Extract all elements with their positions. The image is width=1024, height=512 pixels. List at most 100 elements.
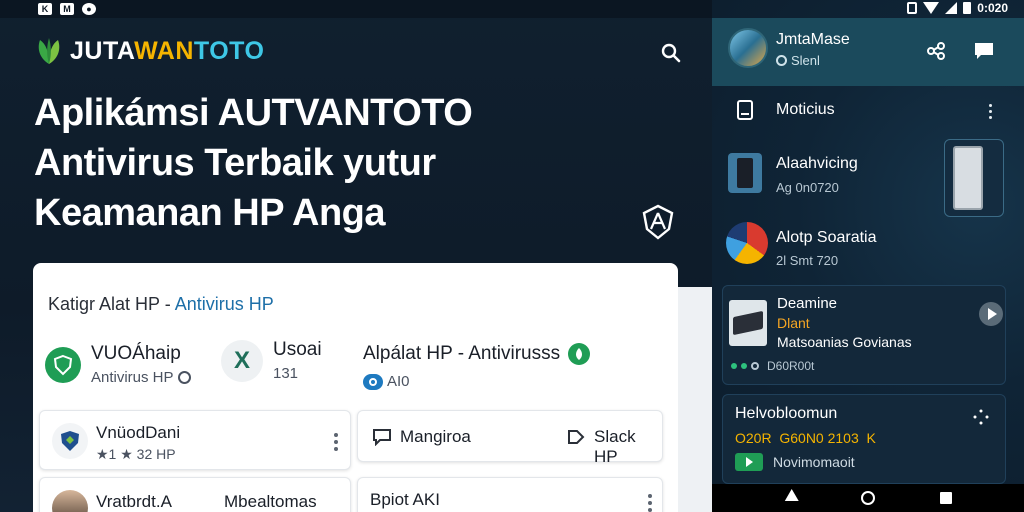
back-icon[interactable] (781, 488, 800, 508)
app-list-item[interactable]: VnüodDani ★1 ★ 32 HP (39, 410, 351, 470)
media-footer: D60R00t (731, 359, 814, 373)
tag-icon (568, 430, 585, 444)
device-illustration (944, 139, 1004, 217)
item-label: Mangiroa (400, 427, 471, 446)
battery-icon (963, 2, 972, 14)
site-logo[interactable]: JUTAWANTOTO (34, 36, 264, 66)
app-title-secondary: Mbealtomas (224, 492, 317, 511)
media-title: Deamine (777, 295, 838, 312)
app-title: Vratbrdt.A (96, 492, 172, 511)
sparkle-icon[interactable] (973, 409, 989, 425)
info-icon (177, 371, 191, 384)
app-title: Bpiot AKI (370, 490, 440, 509)
clock-icon (776, 55, 787, 66)
app-list-item[interactable]: Vratbrdt.A Mbealtomas (39, 477, 351, 512)
card-heading: Katigr Alat HP - Antivirus HP (48, 294, 274, 315)
note-icon (737, 100, 753, 120)
more-options-icon[interactable] (989, 104, 993, 119)
profile-header[interactable]: JmtaMase Slenl (712, 18, 1024, 86)
dot-icon (741, 363, 747, 369)
app-title: Usoai (273, 339, 322, 360)
media-footer-text: D60R00t (767, 359, 815, 373)
app-title: Alpálat HP - Antivirusss (363, 343, 561, 364)
menu-item-label[interactable]: Moticius (776, 101, 835, 119)
app-title: VnüodDani (96, 423, 181, 442)
app-list-item[interactable]: Bpiot AKI (357, 477, 663, 512)
info-footer: Novimomaoit (735, 453, 855, 471)
web-page: K M ● JUTAWANTOTO Aplikámsi AUTVANTOTO A… (0, 0, 712, 512)
hero-title: Aplikámsi AUTVANTOTO Antivirus Terbaik y… (34, 92, 473, 234)
media-thumbnail (729, 300, 767, 346)
info-meta: O20R G60N0 2103 K (735, 430, 876, 446)
user-status-text: Slenl (791, 53, 820, 68)
leaf-icon (38, 38, 60, 64)
k-icon: K (38, 3, 52, 15)
page-edge-strip (678, 287, 712, 512)
play-button[interactable] (979, 302, 1003, 326)
logo-text-part1: JUTA (70, 36, 135, 65)
app-subtitle-text: Antivirus HP (91, 369, 174, 386)
mail-icon: M (60, 3, 74, 15)
dot-icon (731, 363, 737, 369)
envelope-icon (735, 453, 763, 471)
media-card[interactable]: Deamine Dlant Matsoanias Govianas D60R00… (722, 285, 1006, 385)
chat-icon (373, 429, 391, 446)
media-subtitle: Matsoanias Govianas (777, 334, 912, 350)
shield-app-icon (52, 423, 88, 459)
user-status: Slenl (776, 53, 820, 68)
app-subtitle-text: AI0 (387, 373, 410, 390)
home-icon[interactable] (860, 491, 875, 505)
wifi-icon (923, 2, 940, 14)
shield-app-icon (45, 346, 81, 383)
search-button[interactable] (658, 40, 684, 66)
cloud-icon (363, 373, 383, 390)
app-item[interactable]: VUOÁhaip Antivirus HP (45, 343, 191, 386)
info-card[interactable]: Helvobloomun O20R G60N0 2103 K Novimomao… (722, 394, 1006, 484)
user-name: JmtaMase (776, 31, 850, 48)
logo-text-part3: TOTO (193, 36, 265, 65)
card-heading-prefix: Katigr Alat HP - (48, 294, 175, 314)
menu-item-sub: Ag 0n0720 (776, 180, 839, 195)
message-icon[interactable] (972, 40, 996, 62)
signal-icon (945, 2, 958, 14)
status-bar-right: 0:020 (712, 0, 1024, 16)
x-app-icon: X (221, 339, 263, 382)
shield-icon (642, 204, 674, 240)
card-heading-accent[interactable]: Antivirus HP (175, 294, 274, 314)
app-subtitle: 131 (273, 365, 299, 382)
app-item[interactable]: Alpálat HP - Antivirusss AI0 (363, 343, 591, 390)
app-rating: ★1 ★ 32 HP (96, 446, 176, 462)
menu-item-sub: 2l Smt 720 (776, 253, 839, 268)
more-options-icon[interactable] (648, 494, 652, 512)
logo-text-part2: WAN (134, 36, 194, 65)
recents-icon[interactable] (939, 492, 952, 504)
info-footer-text: Novimomaoit (773, 454, 855, 470)
app-item[interactable]: X Usoai 131 (221, 339, 322, 382)
status-bar-left: K M ● (0, 0, 712, 18)
search-icon (661, 43, 681, 63)
item-action[interactable]: Slack HP (594, 427, 662, 467)
leaf-badge-icon (568, 343, 591, 365)
app-list-card: Katigr Alat HP - Antivirus HP VUOÁhaip A… (33, 263, 678, 512)
app-subtitle: Antivirus HP (91, 369, 191, 386)
play-icon (987, 308, 997, 320)
chart-avatar (726, 222, 768, 264)
vibrate-icon (907, 2, 918, 14)
navigation-bar (712, 484, 1024, 512)
share-icon[interactable] (924, 40, 948, 62)
avatar[interactable] (728, 28, 768, 68)
status-time: 0:020 (977, 1, 1008, 15)
app-list-item[interactable]: Mangiroa Slack HP (357, 410, 663, 466)
menu-item-label[interactable]: Alaahvicing (776, 155, 858, 173)
record-icon (751, 362, 759, 370)
location-icon: ● (82, 3, 96, 15)
menu-item-label[interactable]: Alotp Soaratia (776, 229, 877, 247)
phone-panel: 0:020 JmtaMase Slenl Moticius Alaahvicin… (712, 0, 1024, 512)
info-title: Helvobloomun (735, 405, 838, 422)
avatar (52, 490, 88, 512)
app-subtitle: AI0 (363, 373, 590, 390)
phone-thumbnail (728, 153, 762, 193)
app-title: VUOÁhaip (91, 343, 181, 364)
more-options-icon[interactable] (334, 433, 338, 451)
media-tag: Dlant (777, 315, 810, 331)
